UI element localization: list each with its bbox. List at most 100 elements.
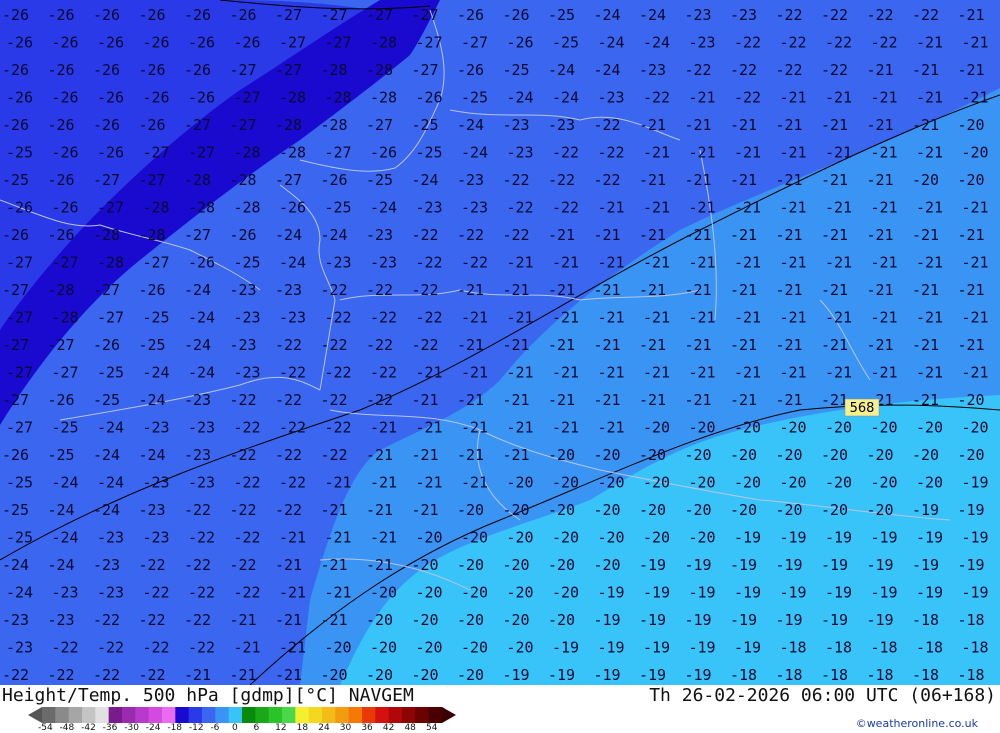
temperature-value: -24 [457, 116, 484, 134]
temperature-value: -27 [230, 116, 257, 134]
temperature-value: -23 [188, 474, 215, 492]
temperature-value: -21 [598, 254, 625, 272]
temperature-value: -27 [275, 61, 302, 79]
temperature-value: -22 [139, 666, 166, 684]
temperature-value: -21 [958, 6, 985, 24]
temperature-value: -27 [184, 116, 211, 134]
temperature-value: -23 [507, 144, 534, 162]
temperature-value: -21 [689, 144, 716, 162]
temperature-value: -20 [780, 419, 807, 437]
legend-swatch [202, 707, 216, 723]
temperature-value: -21 [962, 254, 989, 272]
legend-swatch [268, 707, 283, 723]
legend-tick-label: 48 [404, 723, 416, 733]
temperature-value: -22 [643, 89, 670, 107]
temperature-value: -26 [97, 89, 124, 107]
temperature-value: -28 [370, 34, 397, 52]
temperature-value: -21 [867, 116, 894, 134]
temperature-value: -21 [916, 364, 943, 382]
temperature-value: -27 [143, 254, 170, 272]
temperature-value: -26 [97, 144, 124, 162]
temperature-value: -21 [552, 419, 579, 437]
temperature-value: -26 [48, 116, 75, 134]
credit-link[interactable]: ©weatheronline.co.uk [856, 717, 978, 730]
temperature-value: -24 [48, 556, 75, 574]
temperature-value: -20 [461, 584, 488, 602]
temperature-value: -22 [685, 61, 712, 79]
temperature-value: -26 [139, 116, 166, 134]
temperature-value: -19 [685, 611, 712, 629]
temperature-value: -22 [234, 419, 261, 437]
temperature-value: -22 [97, 639, 124, 657]
temperature-value: -27 [52, 254, 79, 272]
temperature-value: -26 [230, 226, 257, 244]
temperature-value: -21 [776, 391, 803, 409]
temperature-value: -21 [548, 391, 575, 409]
legend-tick-label: -48 [59, 723, 75, 733]
temperature-value: -25 [552, 34, 579, 52]
temperature-value: -19 [776, 556, 803, 574]
temperature-value: -21 [825, 254, 852, 272]
temperature-value: -18 [780, 639, 807, 657]
temperature-value: -19 [594, 666, 621, 684]
temperature-value: -21 [780, 89, 807, 107]
temperature-value: -21 [730, 226, 757, 244]
temperature-value: -20 [912, 446, 939, 464]
temperature-value: -19 [639, 556, 666, 574]
temperature-value: -21 [730, 116, 757, 134]
temperature-value: -22 [867, 6, 894, 24]
temperature-value: -24 [552, 89, 579, 107]
temperature-value: -21 [275, 611, 302, 629]
temperature-value: -25 [2, 501, 29, 519]
temperature-value: -21 [689, 89, 716, 107]
legend-swatch [348, 707, 363, 723]
temperature-value: -21 [685, 171, 712, 189]
temperature-value: -28 [139, 226, 166, 244]
temperature-value: -20 [776, 501, 803, 519]
temperature-value: -23 [97, 529, 124, 547]
temperature-value: -21 [643, 309, 670, 327]
temperature-value: -19 [548, 666, 575, 684]
temperature-value: -23 [457, 171, 484, 189]
temperature-value: -22 [184, 501, 211, 519]
temperature-value: -27 [325, 34, 352, 52]
temperature-value: -23 [97, 584, 124, 602]
temperature-value: -20 [594, 556, 621, 574]
temperature-value: -21 [962, 34, 989, 52]
temperature-value: -27 [412, 6, 439, 24]
temperature-value: -21 [730, 391, 757, 409]
temperature-value: -23 [184, 446, 211, 464]
temperature-value: -26 [48, 391, 75, 409]
temperature-value: -20 [552, 584, 579, 602]
temperature-value: -22 [234, 474, 261, 492]
temperature-value: -20 [639, 446, 666, 464]
temperature-value: -21 [776, 281, 803, 299]
temperature-value: -26 [230, 6, 257, 24]
temperature-value: -27 [48, 336, 75, 354]
temperature-value: -20 [507, 529, 534, 547]
temperature-value: -28 [321, 61, 348, 79]
temperature-value: -21 [370, 529, 397, 547]
temperature-value: -24 [548, 61, 575, 79]
temperature-value: -20 [685, 446, 712, 464]
temperature-value: -27 [184, 226, 211, 244]
temperature-value: -19 [643, 639, 670, 657]
temperature-value: -26 [370, 144, 397, 162]
temperature-value: -22 [912, 6, 939, 24]
temperature-value: -20 [321, 666, 348, 684]
temperature-value: -21 [825, 364, 852, 382]
temperature-value: -21 [416, 419, 443, 437]
legend-swatch [428, 707, 443, 723]
temperature-value: -21 [366, 446, 393, 464]
temperature-value: -20 [507, 474, 534, 492]
temperature-value: -22 [776, 61, 803, 79]
temperature-value: -22 [93, 666, 120, 684]
temperature-value: -21 [461, 474, 488, 492]
temperature-value: -22 [507, 199, 534, 217]
temperature-value: -21 [370, 474, 397, 492]
temperature-value: -20 [412, 556, 439, 574]
temperature-value: -20 [416, 584, 443, 602]
temperature-value: -26 [52, 199, 79, 217]
temperature-value: -22 [139, 611, 166, 629]
temperature-value: -23 [366, 226, 393, 244]
